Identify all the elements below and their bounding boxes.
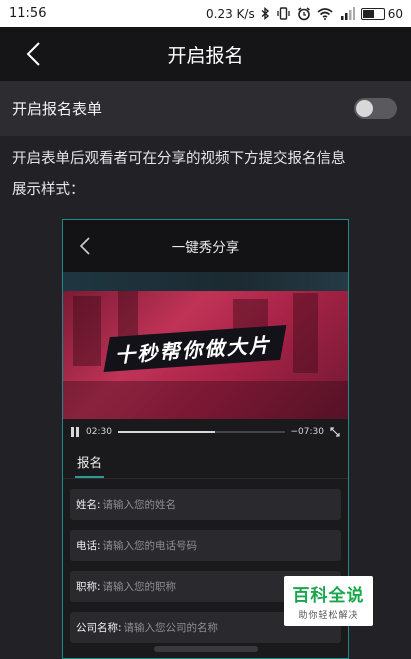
battery-fill: [362, 9, 375, 18]
field-label: 电话:: [76, 540, 101, 552]
form-divider: [63, 478, 348, 479]
battery-indicator: 60: [360, 6, 403, 21]
bluetooth-icon: [261, 7, 269, 20]
time-elapsed: 02:30: [86, 426, 112, 437]
field-label: 姓名:: [76, 499, 101, 511]
page-title: 开启报名: [167, 44, 244, 67]
vibrate-icon: [277, 7, 290, 20]
wifi-icon: [317, 8, 333, 20]
progress-track[interactable]: [117, 430, 285, 433]
switch-knob: [356, 100, 373, 117]
progress-fill: [117, 430, 215, 433]
alarm-icon: [297, 6, 310, 20]
nav-bar: 开启报名: [0, 27, 411, 81]
chevron-left-icon[interactable]: [22, 41, 48, 67]
field-placeholder: 请输入您的姓名: [102, 499, 177, 511]
description-line-1: 开启表单后观看者可在分享的视频下方提交报名信息: [12, 151, 346, 167]
field-placeholder: 请输入您的电话号码: [102, 540, 198, 552]
time-remaining: −07:30: [290, 426, 324, 437]
form-tab: 报名: [63, 444, 348, 478]
signup-form-toggle-row: 开启报名表单: [0, 81, 411, 136]
preview-header: 一键秀分享: [63, 220, 348, 272]
pause-icon[interactable]: [71, 426, 80, 437]
field-placeholder: 请输入您公司的名称: [123, 622, 219, 634]
signal-icon: [340, 7, 355, 20]
status-time: 11:56: [9, 6, 47, 21]
signup-form-switch[interactable]: [354, 98, 397, 119]
watermark-subtitle: 助你轻松解决: [298, 611, 359, 621]
toggle-label: 开启报名表单: [12, 100, 103, 118]
watermark-title: 百科全说: [292, 586, 365, 606]
description-line-2: 展示样式：: [12, 182, 85, 198]
name-field[interactable]: 姓名: 请输入您的姓名: [70, 489, 341, 520]
description: 开启表单后观看者可在分享的视频下方提交报名信息 展示样式：: [0, 136, 411, 206]
form-tab-label: 报名: [75, 452, 105, 478]
status-bar: 11:56 0.23 K/s 60: [0, 0, 411, 27]
preview-title: 一键秀分享: [171, 240, 240, 256]
home-indicator[interactable]: [154, 646, 258, 652]
video-thumbnail: 十秒帮你做大片: [63, 291, 348, 419]
field-label: 公司名称:: [76, 622, 122, 634]
field-placeholder: 请输入您的职称: [102, 581, 177, 593]
phone-field[interactable]: 电话: 请输入您的电话号码: [70, 530, 341, 561]
preview-back-icon: [79, 237, 90, 255]
watermark-logo: 百科全说 助你轻松解决: [284, 576, 373, 626]
video-player-bar: 02:30 −07:30: [63, 419, 348, 444]
status-right: 0.23 K/s 60: [206, 7, 403, 21]
battery-percent: 60: [387, 6, 403, 21]
preview-banner-strip: [63, 272, 348, 291]
field-label: 职称:: [76, 581, 101, 593]
fullscreen-icon[interactable]: [330, 426, 340, 437]
network-speed: 0.23 K/s: [206, 6, 255, 21]
battery-icon: [360, 7, 385, 20]
